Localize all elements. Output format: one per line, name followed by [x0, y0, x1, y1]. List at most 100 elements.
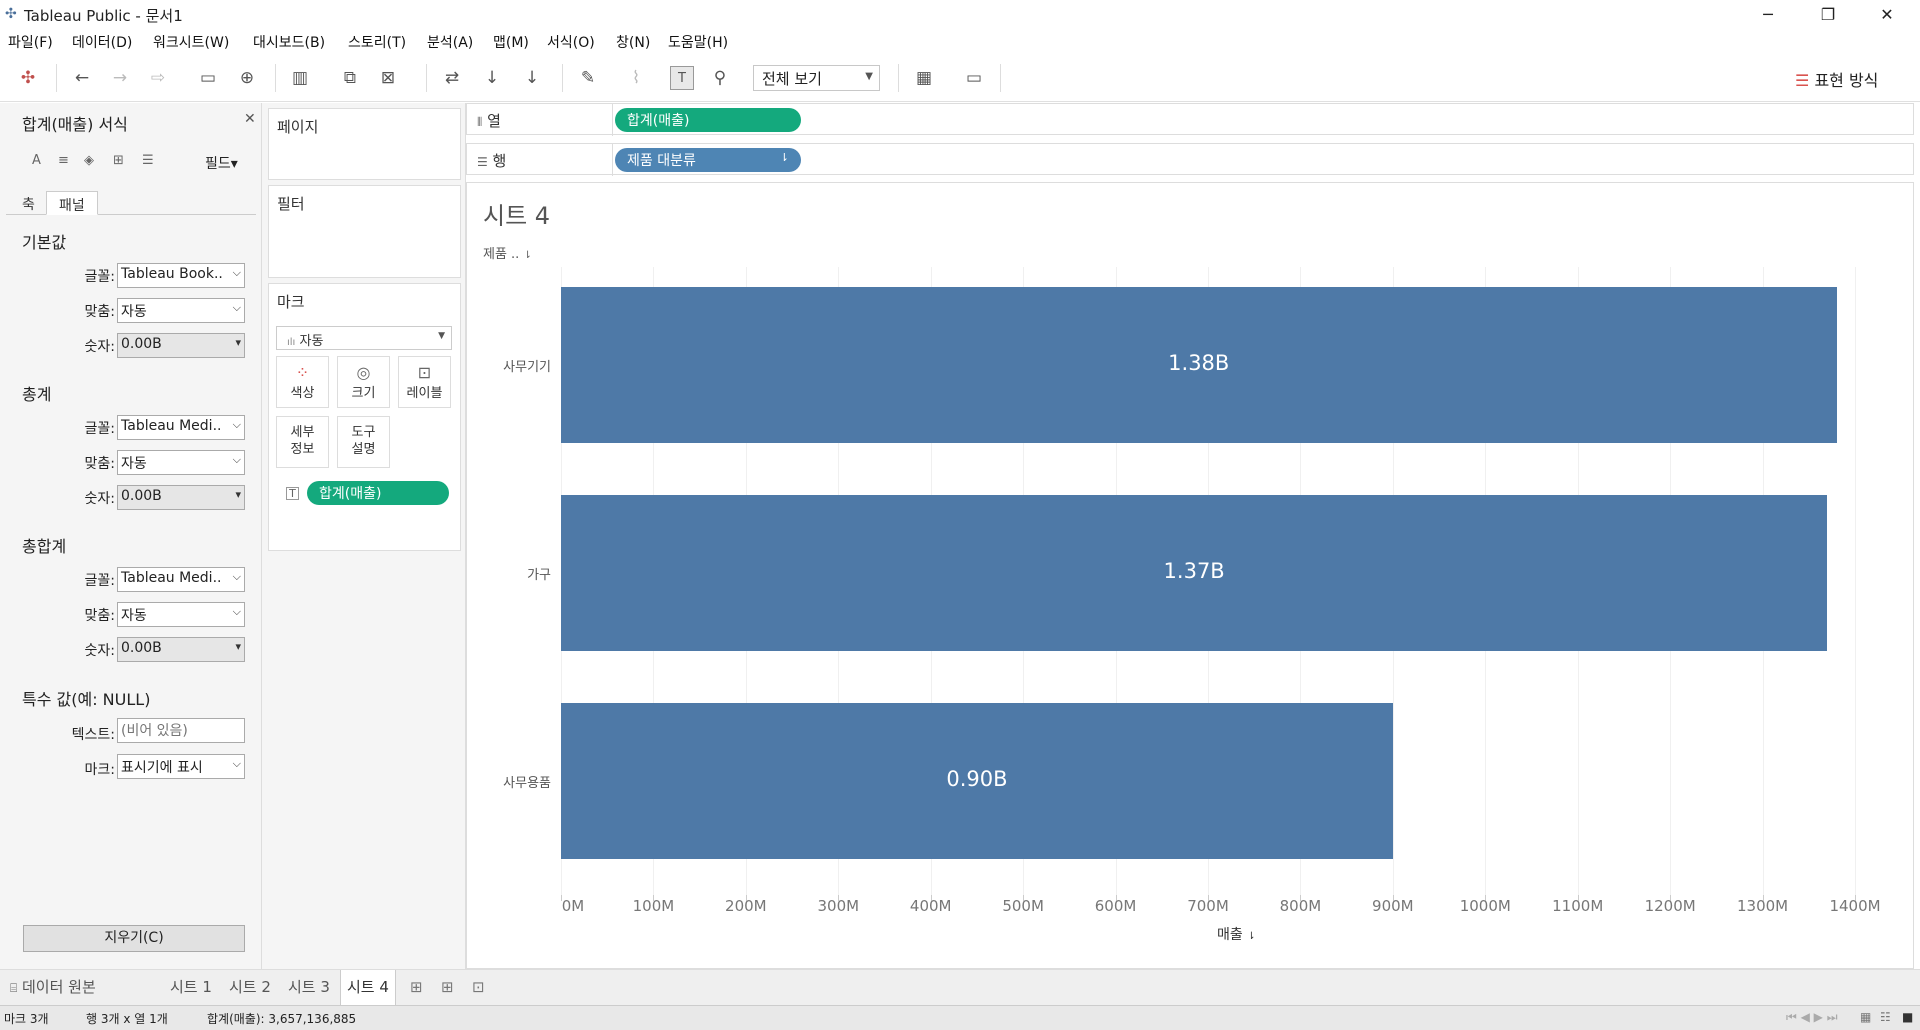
tab-axis[interactable]: 축 — [10, 191, 47, 215]
category-label[interactable]: 사무용품 — [479, 772, 551, 791]
chevron-down-icon: ▾ — [235, 640, 241, 653]
database-icon: ⌸ — [10, 981, 18, 995]
x-axis-tick-label: 1100M — [1552, 897, 1604, 915]
font-format-icon[interactable]: A — [32, 153, 41, 168]
replay-icon[interactable]: ⇨ — [146, 66, 170, 90]
maximize-button[interactable]: ❐ — [1805, 0, 1851, 29]
minimize-button[interactable]: ─ — [1745, 0, 1791, 29]
size-button[interactable]: ◎ 크기 — [337, 356, 390, 408]
close-window-button[interactable]: ✕ — [1864, 0, 1910, 29]
sheet-tab-1[interactable]: 시트 1 — [164, 970, 218, 1006]
shading-format-icon[interactable]: ◈ — [84, 153, 94, 168]
tab-pane[interactable]: 패널 — [46, 191, 98, 215]
sort-ascending-icon[interactable]: ↓ — [480, 66, 504, 90]
rows-shelf[interactable]: ☰ 행 제품 대분류 ⇂ — [466, 143, 1914, 176]
mark-type-select[interactable]: ılı 자동 ▼ — [276, 326, 452, 350]
group-icon[interactable]: ⌇ — [624, 66, 648, 90]
menu-map[interactable]: 맵(M) — [493, 32, 529, 52]
undo-icon[interactable]: ← — [70, 66, 94, 90]
datasource-tab[interactable]: ⌸ 데이터 원본 — [4, 970, 102, 1006]
grand-totals-number-select[interactable]: 0.00B ▾ — [117, 637, 245, 662]
borders-format-icon[interactable]: ⊞ — [113, 153, 124, 168]
totals-number-select[interactable]: 0.00B ▾ — [117, 485, 245, 510]
new-dashboard-tab-icon[interactable]: ⊞ — [435, 970, 460, 1006]
x-axis-title[interactable]: 매출 ⇂ — [1217, 924, 1256, 944]
align-label: 맞춤: — [84, 304, 115, 320]
totals-font-select[interactable]: Tableau Medi.. ⌵ — [117, 415, 245, 440]
label-button[interactable]: ⊡ 레이블 — [398, 356, 451, 408]
window-title: Tableau Public - 문서1 — [24, 7, 183, 25]
tableau-home-icon[interactable]: ✣ — [16, 66, 40, 90]
view-mode-value: 전체 보기 — [762, 70, 822, 88]
color-icon: ⁘ — [295, 363, 310, 382]
presentation-mode-icon[interactable]: ▭ — [962, 66, 986, 90]
default-font-select[interactable]: Tableau Book.. ⌵ — [117, 263, 245, 288]
special-marks-select[interactable]: 표시기에 표시 ⌵ — [117, 754, 245, 779]
list-view-icon[interactable]: ☷ — [1880, 1010, 1891, 1024]
menu-format[interactable]: 서식(O) — [547, 32, 595, 52]
marks-card-title: 마크 — [277, 293, 305, 311]
new-worksheet-tab-icon[interactable]: ⊞ — [404, 970, 429, 1006]
category-label[interactable]: 가구 — [479, 564, 551, 583]
columns-shelf[interactable]: ⦀ 열 합계(매출) — [466, 103, 1914, 136]
fix-axes-icon[interactable]: ⚲ — [708, 66, 732, 90]
rows-pill[interactable]: 제품 대분류 ⇂ — [615, 148, 801, 172]
filters-card[interactable]: 필터 — [268, 185, 461, 278]
menu-data[interactable]: 데이터(D) — [72, 32, 132, 52]
marks-label-pill[interactable]: 합계(매출) — [307, 481, 449, 505]
menu-file[interactable]: 파일(F) — [8, 32, 53, 52]
special-text-input[interactable] — [117, 718, 245, 743]
menu-analysis[interactable]: 분석(A) — [427, 32, 473, 52]
swap-rows-columns-icon[interactable]: ⇄ — [440, 66, 464, 90]
grand-totals-font-select[interactable]: Tableau Medi.. ⌵ — [117, 567, 245, 592]
sort-descending-icon[interactable]: ↓ — [520, 66, 544, 90]
default-number-select[interactable]: 0.00B ▾ — [117, 333, 245, 358]
clear-button[interactable]: 지우기(C) — [23, 925, 245, 952]
menu-window[interactable]: 창(N) — [616, 32, 650, 52]
menu-help[interactable]: 도움말(H) — [668, 32, 728, 52]
grand-totals-align-select[interactable]: 자동 ⌵ — [117, 602, 245, 627]
category-label[interactable]: 사무기기 — [479, 356, 551, 375]
totals-align-select[interactable]: 자동 ⌵ — [117, 450, 245, 475]
label-mark-icon: T — [286, 487, 299, 500]
show-cards-icon[interactable]: ▦ — [912, 66, 936, 90]
sheet-tab-3[interactable]: 시트 3 — [282, 970, 336, 1006]
show-labels-icon[interactable]: T — [670, 66, 694, 90]
close-icon[interactable]: ✕ — [244, 111, 256, 127]
save-icon[interactable]: ▭ — [196, 66, 220, 90]
menu-dashboard[interactable]: 대시보드(B) — [253, 32, 325, 52]
sheet-tab-4[interactable]: 시트 4 — [340, 970, 396, 1006]
view-mode-select[interactable]: 전체 보기 ▼ — [753, 65, 880, 91]
menu-worksheet[interactable]: 워크시트(W) — [153, 32, 229, 52]
tab-navigation-icon[interactable]: ⏮ ◀ ▶ ⏭ — [1786, 1010, 1838, 1025]
lines-format-icon[interactable]: ☰ — [142, 153, 154, 168]
chevron-down-icon: ▾ — [235, 488, 241, 501]
chevron-down-icon: ⌵ — [232, 418, 241, 431]
duplicate-sheet-icon[interactable]: ⧉ — [338, 66, 362, 90]
new-datasource-icon[interactable]: ⊕ — [235, 66, 259, 90]
menu-story[interactable]: 스토리(T) — [348, 32, 406, 52]
new-worksheet-icon[interactable]: ▥ — [288, 66, 312, 90]
color-button[interactable]: ⁘ 색상 — [276, 356, 329, 408]
fields-dropdown[interactable]: 필드▾ — [205, 153, 238, 173]
pages-card[interactable]: 페이지 — [268, 108, 461, 180]
sheet-tab-2[interactable]: 시트 2 — [223, 970, 277, 1006]
x-axis-title-text: 매출 — [1217, 927, 1243, 943]
grid-view-icon[interactable]: ▦ — [1860, 1010, 1871, 1024]
alignment-format-icon[interactable]: ≡ — [58, 153, 69, 168]
detail-button[interactable]: 세부 정보 — [276, 416, 329, 468]
default-align-select[interactable]: 자동 ⌵ — [117, 298, 245, 323]
format-pane-title: 합계(매출) 서식 — [22, 115, 128, 134]
redo-icon[interactable]: → — [108, 66, 132, 90]
filmstrip-view-icon[interactable]: ■ — [1902, 1010, 1913, 1024]
tooltip-button[interactable]: 도구 설명 — [337, 416, 390, 468]
totals-align-value: 자동 — [121, 456, 147, 472]
x-axis-tick-label: 900M — [1372, 897, 1414, 915]
new-story-tab-icon[interactable]: ⊡ — [466, 970, 491, 1006]
columns-pill[interactable]: 합계(매출) — [615, 108, 801, 132]
show-me-button[interactable]: ☰ 표현 방식 — [1795, 67, 1878, 91]
number-label: 숫자: — [84, 339, 115, 355]
highlight-icon[interactable]: ✎ — [576, 66, 600, 90]
clear-sheet-icon[interactable]: ⊠ — [376, 66, 400, 90]
x-axis-tick-label: 600M — [1094, 897, 1137, 915]
